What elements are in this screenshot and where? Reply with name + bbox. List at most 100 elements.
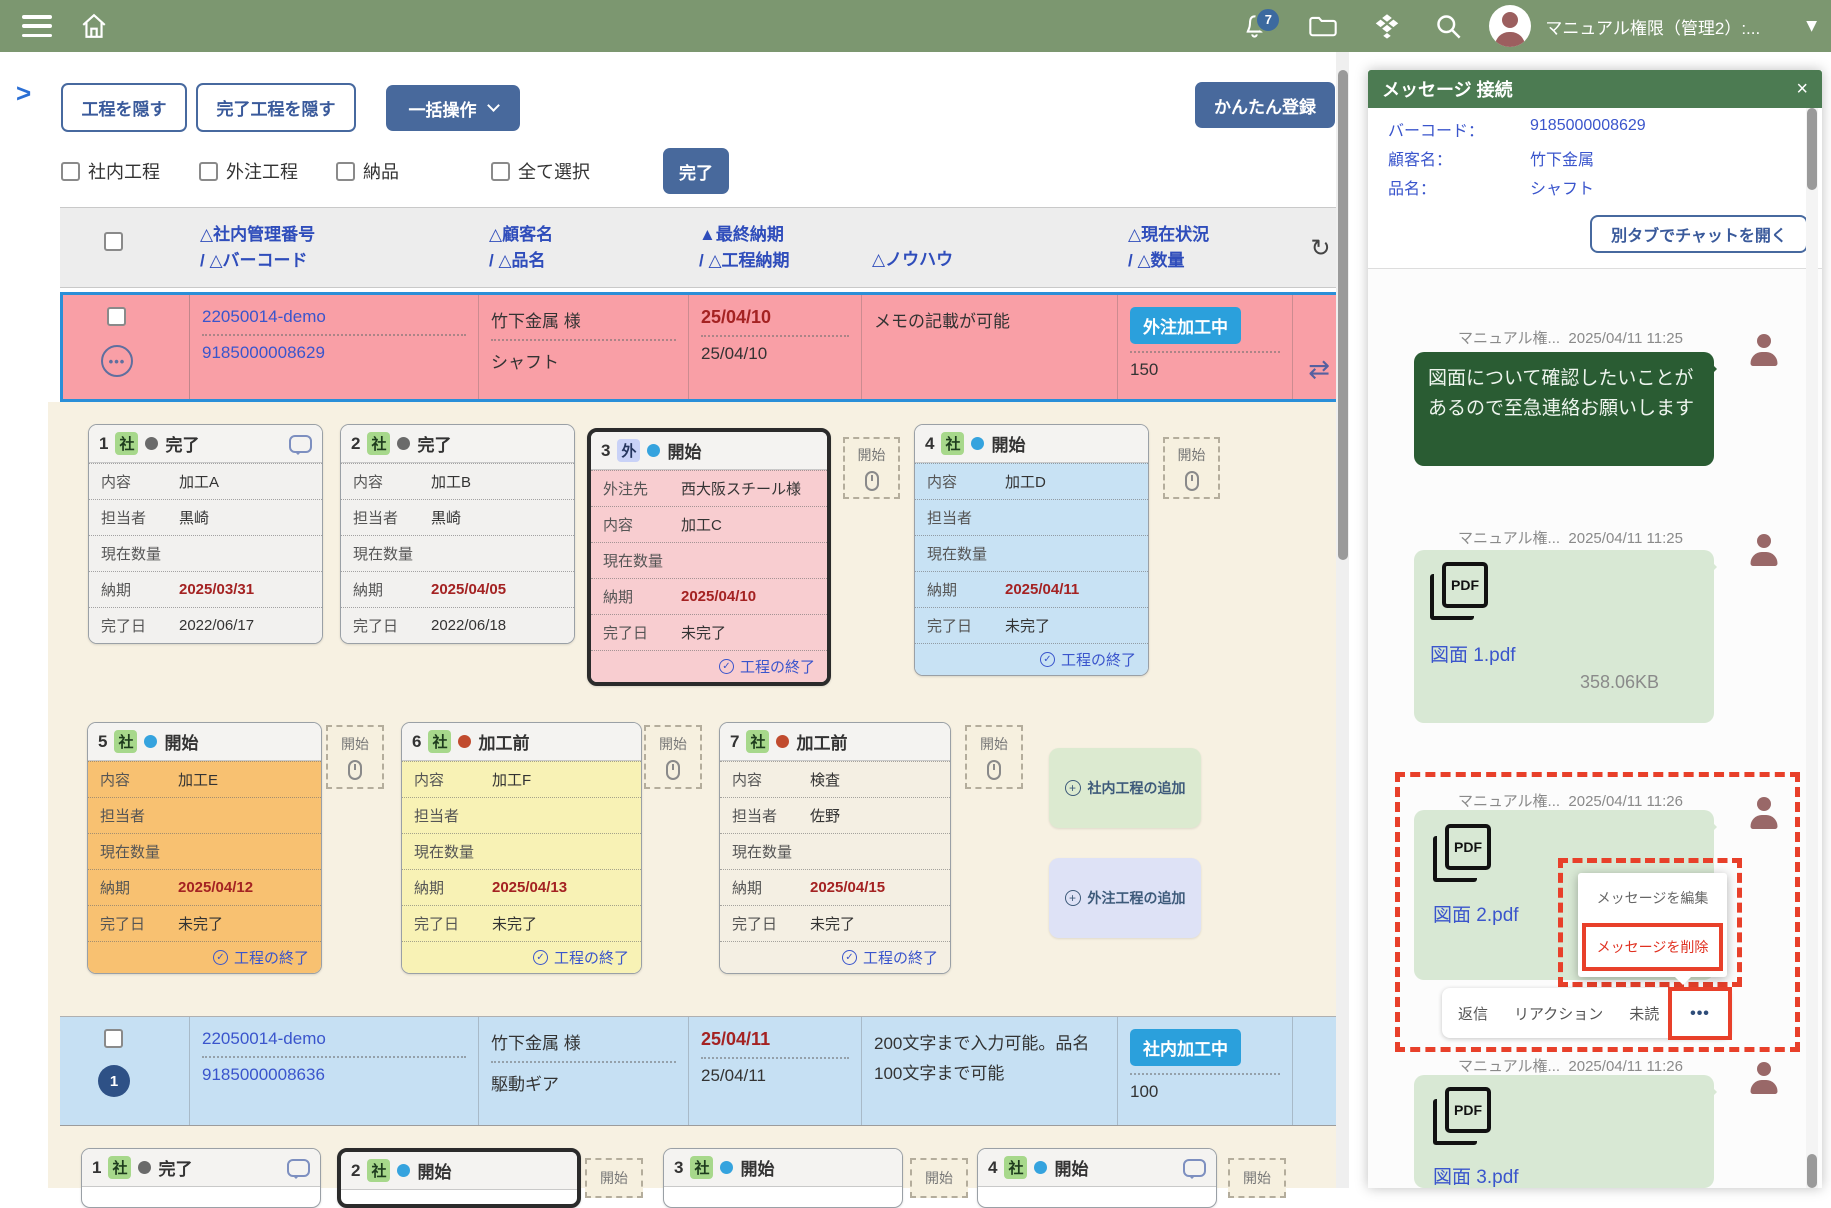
action-reply[interactable]: 返信	[1458, 1003, 1488, 1024]
home-icon[interactable]	[80, 12, 108, 40]
file-link[interactable]: 図面 3.pdf	[1433, 1162, 1519, 1189]
filter-internal[interactable]: 社内工程	[61, 158, 160, 184]
row2-id-link[interactable]: 22050014-demo	[202, 1029, 466, 1049]
panel-scrollbar[interactable]	[1806, 108, 1818, 1188]
start-process-button[interactable]: 開始	[1163, 437, 1220, 499]
menu-delete-message[interactable]: メッセージを削除	[1582, 923, 1723, 971]
process-card-4[interactable]: 4社開始 内容加工D 担当者 現在数量 納期2025/04/11 完了日未完了 …	[914, 424, 1149, 676]
field-label: 現在数量	[927, 543, 1005, 564]
customer-value: 竹下金属	[1530, 146, 1594, 170]
process-card-b1[interactable]: 1社完了	[81, 1148, 321, 1208]
complete-button[interactable]: 完了	[663, 148, 729, 194]
row1-id-link[interactable]: 22050014-demo	[202, 307, 466, 327]
end-process-link[interactable]: ✓工程の終了	[402, 941, 641, 973]
select-all-checkbox[interactable]	[491, 162, 510, 181]
process-card-1[interactable]: 1社完了 内容加工A 担当者黒崎 現在数量 納期2025/03/31 完了日20…	[88, 424, 323, 644]
header-select-checkbox[interactable]	[104, 232, 123, 251]
process-card-3-selected[interactable]: 3外開始 外注先西大阪スチール様 内容加工C 現在数量 納期2025/04/10…	[587, 428, 831, 686]
row1-swap-icon[interactable]: ⇄	[1308, 355, 1330, 385]
folder-icon[interactable]	[1308, 13, 1338, 39]
status-dot	[144, 735, 157, 748]
process-card-5[interactable]: 5社開始 内容加工E 担当者 現在数量 納期2025/04/12 完了日未完了 …	[87, 722, 322, 974]
add-internal-process-button[interactable]: +社内工程の追加	[1049, 748, 1201, 828]
close-icon[interactable]: ×	[1796, 78, 1808, 101]
main-scrollbar[interactable]	[1336, 52, 1349, 1188]
end-process-link[interactable]: ✓工程の終了	[591, 650, 827, 682]
process-card-6[interactable]: 6社加工前 内容加工F 担当者 現在数量 納期2025/04/13 完了日未完了…	[401, 722, 642, 974]
start-process-button[interactable]: 開始	[644, 725, 702, 789]
end-process-link[interactable]: ✓工程の終了	[720, 941, 950, 973]
chat-message-text[interactable]: 図面について確認したいことがあるので至急連絡お願いします	[1414, 352, 1714, 466]
filter-delivery-checkbox[interactable]	[336, 162, 355, 181]
easy-register-button[interactable]: かんたん登録	[1195, 82, 1335, 128]
start-process-button[interactable]: 開始	[843, 437, 900, 499]
order-row-2[interactable]: 1 22050014-demo 9185000008636 竹下金属 様 駆動ギ…	[60, 1016, 1348, 1126]
main-scrollbar-thumb[interactable]	[1338, 70, 1348, 560]
row2-count-badge[interactable]: 1	[98, 1065, 130, 1097]
notification-count-badge[interactable]: 7	[1255, 7, 1281, 33]
field-label: 完了日	[927, 615, 1005, 636]
filter-external-checkbox[interactable]	[199, 162, 218, 181]
card-chat-icon[interactable]	[287, 1159, 310, 1177]
user-menu-caret-icon[interactable]: ▼	[1806, 18, 1817, 34]
row2-checkbox[interactable]	[104, 1029, 123, 1048]
process-card-7[interactable]: 7社加工前 内容検査 担当者佐野 現在数量 納期2025/04/15 完了日未完…	[719, 722, 951, 974]
user-avatar[interactable]	[1489, 5, 1531, 47]
header-status[interactable]: △現在状況/ △数量	[1118, 208, 1293, 287]
process-card-b3[interactable]: 3社開始	[663, 1148, 903, 1208]
start-process-button[interactable]: 開始	[1228, 1158, 1286, 1198]
card-chat-icon[interactable]	[1183, 1159, 1206, 1177]
row1-barcode-link[interactable]: 9185000008629	[202, 343, 466, 363]
barcode-value[interactable]: 9185000008629	[1530, 117, 1646, 141]
start-process-button[interactable]: 開始	[585, 1158, 643, 1198]
start-process-button[interactable]: 開始	[326, 725, 384, 789]
end-process-link[interactable]: ✓工程の終了	[88, 941, 321, 973]
header-note[interactable]: △ノウハウ	[862, 208, 1118, 287]
header-due[interactable]: ▲最終納期/ △工程納期	[689, 208, 862, 287]
card-chat-icon[interactable]	[289, 435, 312, 453]
card-status: 加工前	[478, 729, 529, 754]
row2-note: 200文字まで入力可能。品名100文字まで可能	[874, 1029, 1105, 1089]
row2-barcode-link[interactable]: 9185000008636	[202, 1065, 466, 1085]
start-label: 開始	[659, 734, 687, 754]
refresh-icon[interactable]: ↻	[1310, 234, 1330, 262]
action-more-button[interactable]: •••	[1668, 987, 1732, 1040]
order-row-1[interactable]: ••• 22050014-demo 9185000008629 竹下金属 様 シ…	[60, 292, 1348, 402]
notifications-bell-icon[interactable]: 7	[1241, 13, 1268, 40]
header-customer[interactable]: △顧客名/ △品名	[479, 208, 689, 287]
menu-icon[interactable]	[22, 15, 52, 37]
action-reaction[interactable]: リアクション	[1514, 1003, 1603, 1024]
file-link[interactable]: 図面 1.pdf	[1430, 640, 1516, 667]
hide-completed-button[interactable]: 完了工程を隠す	[196, 83, 356, 132]
open-chat-tab-button[interactable]: 別タブでチャットを開く	[1590, 215, 1808, 253]
header-id[interactable]: △社内管理番号/ △バーコード	[190, 208, 479, 287]
action-unread[interactable]: 未読	[1629, 1003, 1659, 1024]
row1-process-due: 25/04/10	[701, 344, 849, 364]
menu-edit-message[interactable]: メッセージを編集	[1578, 873, 1727, 923]
hide-process-button[interactable]: 工程を隠す	[61, 83, 187, 132]
add-external-process-button[interactable]: +外注工程の追加	[1049, 858, 1201, 938]
process-card-b2-selected[interactable]: 2社開始	[337, 1148, 581, 1208]
panel-scrollbar-thumb[interactable]	[1807, 108, 1817, 190]
message-panel-title: メッセージ 接続	[1382, 76, 1513, 102]
filter-delivery[interactable]: 納品	[336, 158, 399, 184]
end-process-link[interactable]: ✓工程の終了	[915, 643, 1148, 675]
process-card-b4[interactable]: 4社開始	[977, 1148, 1217, 1208]
collapse-chevron-icon[interactable]: >	[16, 78, 31, 109]
filter-delivery-label: 納品	[363, 158, 399, 184]
process-card-2[interactable]: 2社完了 内容加工B 担当者黒崎 現在数量 納期2025/04/05 完了日20…	[340, 424, 575, 644]
bulk-action-button[interactable]: 一括操作	[386, 85, 520, 131]
row2-item: 駆動ギア	[491, 1070, 676, 1095]
row1-checkbox[interactable]	[107, 307, 126, 326]
chat-scrollbar-thumb[interactable]	[1807, 1154, 1817, 1188]
search-icon[interactable]	[1434, 12, 1463, 41]
start-process-button[interactable]: 開始	[965, 725, 1023, 789]
filter-internal-checkbox[interactable]	[61, 162, 80, 181]
card-number: 1	[92, 1158, 101, 1178]
row1-chat-icon[interactable]: •••	[101, 345, 133, 377]
filter-external[interactable]: 外注工程	[199, 158, 298, 184]
dropbox-icon[interactable]	[1372, 12, 1402, 40]
start-process-button[interactable]: 開始	[910, 1158, 968, 1198]
filter-select-all[interactable]: 全て選択	[491, 158, 590, 184]
chevron-down-icon	[487, 99, 500, 112]
